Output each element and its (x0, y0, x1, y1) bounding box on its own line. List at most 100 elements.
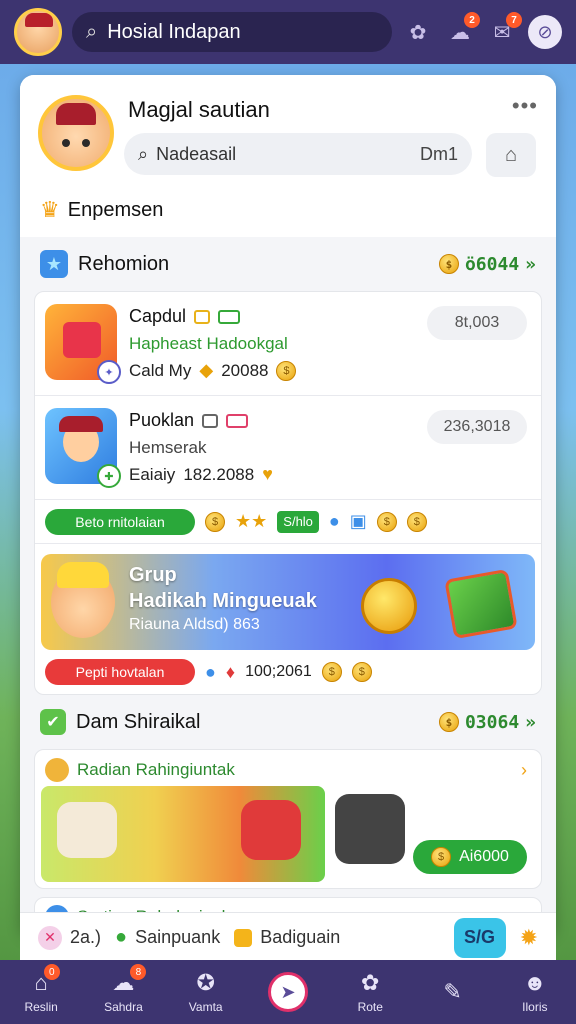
nav-item-rote[interactable]: ✿ Rote (335, 970, 405, 1014)
more-options-icon[interactable]: ••• (512, 93, 538, 119)
star-icon: ★ (40, 250, 68, 278)
quick-item-label: 2a.) (70, 927, 102, 947)
edit-icon: ✎ (443, 979, 462, 1004)
gear-icon[interactable]: ✹ (520, 925, 538, 951)
item-meta: Eaiaiy 182.2088 ♥ (129, 464, 273, 485)
character-thumbnail: ✚ (45, 408, 121, 488)
globe-icon: ● (205, 661, 216, 682)
promo-detail: Riauna Aldsd) 863 (129, 616, 260, 633)
games-value-pill[interactable]: $ Ai6000 (413, 840, 527, 874)
promo-button[interactable]: Pepti hovtalan (45, 659, 195, 685)
controller-icon (335, 794, 405, 864)
crown-icon: ♛ (40, 197, 60, 222)
profile-avatar[interactable] (38, 95, 114, 171)
item-subtitle: Hapheast Hadookgal (129, 334, 288, 353)
gift-illustration (444, 568, 518, 640)
chat-icon[interactable]: ☁ 2 (444, 12, 480, 48)
card-icon: ▣ (349, 511, 367, 531)
promo-banner[interactable]: Grup Hadikah Mingueuak Riauna Aldsd) 863 (41, 554, 535, 650)
item-value-pill[interactable]: 236,3018 (427, 410, 527, 444)
main-card: Magjal sautian ••• ⌕ Nadeasail Dm1 ⌂ ♛ E… (20, 75, 556, 935)
claim-button[interactable]: Beto rnitolaian (45, 508, 195, 535)
list-item[interactable]: ✚ Puoklan Hemserak Eaiaiy 182.2088 ♥ 236… (35, 396, 541, 500)
quick-item-2[interactable]: ● Sainpuank (115, 926, 220, 949)
chevron-right-icon[interactable]: › (521, 760, 527, 781)
controller-icon: ✪ (196, 970, 215, 995)
search-icon: ⌕ (138, 143, 149, 164)
quick-action-bar: ✕ 2a.) ● Sainpuank Badiguain S/G ✹ (20, 912, 556, 962)
section-header-rehomion[interactable]: ★ Rehomion $ ö6044 » (20, 237, 556, 291)
compass-icon[interactable]: ⊘ (528, 15, 562, 49)
nav-item-games[interactable]: ✪ Vamta (171, 970, 241, 1014)
item-title-text: Puoklan (129, 410, 195, 430)
globe-icon: ● (328, 511, 340, 531)
inbox-icon[interactable]: ✉ 7 (486, 12, 522, 48)
item-meta-label: Cald My (129, 360, 192, 380)
nav-item-home[interactable]: ⌂ 0 Reslin (6, 964, 76, 1014)
coin-icon: $ (438, 712, 459, 732)
search-bar[interactable]: ⌕ Hosial Indapan (72, 12, 392, 52)
sg-button[interactable]: S/G (453, 917, 506, 958)
chevron-right-icon: » (525, 253, 536, 275)
list-item[interactable]: ✦ Capdul Hapheast Hadookgal Cald My ◆ 20… (35, 292, 541, 396)
nav-item-edit[interactable]: ✎ (418, 979, 488, 1005)
promo-value: 100;2061 (245, 663, 312, 680)
section-value: $ 03064 » (438, 711, 536, 733)
star-icon: ★★ (235, 511, 268, 531)
nav-badge: 8 (130, 964, 147, 980)
card-icon (226, 413, 249, 428)
profile-name: Magjal sautian (128, 97, 270, 122)
search-icon: ⌕ (86, 20, 98, 43)
promo-subtitle: Hadikah Mingueuak (129, 590, 317, 612)
coin-icon: $ (276, 360, 297, 381)
nav-item-profile[interactable]: ☻ Iloris (500, 970, 570, 1014)
badge-icon: ✦ (97, 360, 121, 384)
coin-icon: $ (376, 511, 397, 532)
profile-header: Magjal sautian ••• ⌕ Nadeasail Dm1 ⌂ ♛ E… (20, 75, 556, 237)
quick-item-label: Badiguain (260, 927, 341, 947)
search-text: Hosial Indapan (107, 20, 241, 43)
section-title: Dam Shiraikal (76, 710, 201, 733)
item-meta-label: Eaiaiy (129, 464, 176, 484)
games-title-text: Radian Rahingiuntak (77, 760, 235, 779)
item-meta-value: 182.2088 (183, 464, 255, 484)
profile-search-suffix: Dm1 (419, 143, 458, 164)
promo-action-bar: Pepti hovtalan ● ♦ 100;2061 $ $ (35, 650, 541, 694)
nav-label: Iloris (522, 1000, 548, 1014)
profile-search-input[interactable]: ⌕ Nadeasail Dm1 (124, 133, 472, 175)
nav-badge: 0 (43, 964, 60, 980)
item-title-text: Capdul (129, 306, 187, 326)
coin-illustration (361, 578, 417, 634)
quick-item-3[interactable]: Badiguain (234, 927, 340, 948)
nav-item-center[interactable]: ➤ (253, 972, 323, 1012)
action-bar: Beto rnitolaian $ ★★ S/hlo ● ▣ $ $ (35, 500, 541, 544)
chevron-right-icon: » (525, 711, 536, 733)
character-avatar (51, 562, 115, 638)
gift-thumbnail: ✦ (45, 304, 121, 384)
heart-icon: ♥ (262, 464, 273, 484)
games-card[interactable]: Radian Rahingiuntak › $ Ai6000 (34, 749, 542, 889)
user-avatar[interactable] (14, 8, 62, 56)
section-header-shiraikal[interactable]: ✔ Dam Shiraikal $ 03064 » (20, 695, 556, 749)
top-bar: ⌕ Hosial Indapan ✿ ☁ 2 ✉ 7 ⊘ (0, 0, 576, 64)
box-icon (234, 928, 253, 947)
nav-item-chat[interactable]: ☁ 8 Sahdra (88, 964, 158, 1014)
game-icon (45, 758, 69, 782)
home-button[interactable]: ⌂ (486, 133, 536, 177)
section-value: $ ö6044 » (438, 253, 536, 275)
games-value-text: Ai6000 (459, 848, 509, 865)
item-title: Capdul (129, 306, 241, 327)
coin-icon: $ (205, 511, 225, 532)
chat-badge: 2 (464, 12, 480, 28)
games-title: Radian Rahingiuntak (45, 758, 235, 782)
coin-bag-icon: ◆ (199, 360, 214, 380)
profile-subtitle: ♛ Enpemsen (40, 197, 163, 223)
bottom-nav: ⌂ 0 Reslin ☁ 8 Sahdra ✪ Vamta ➤ ✿ Rote ✎ ☻… (0, 960, 576, 1024)
item-meta-value: 20088 (221, 360, 269, 380)
quick-item-1[interactable]: ✕ 2a.) (38, 925, 102, 950)
close-icon: ✕ (38, 925, 62, 950)
leaf-icon: ● (115, 926, 128, 948)
section-value-text: ö6044 (464, 253, 520, 275)
gear-icon[interactable]: ✿ (402, 16, 434, 48)
item-value-pill[interactable]: 8t,003 (427, 306, 527, 340)
